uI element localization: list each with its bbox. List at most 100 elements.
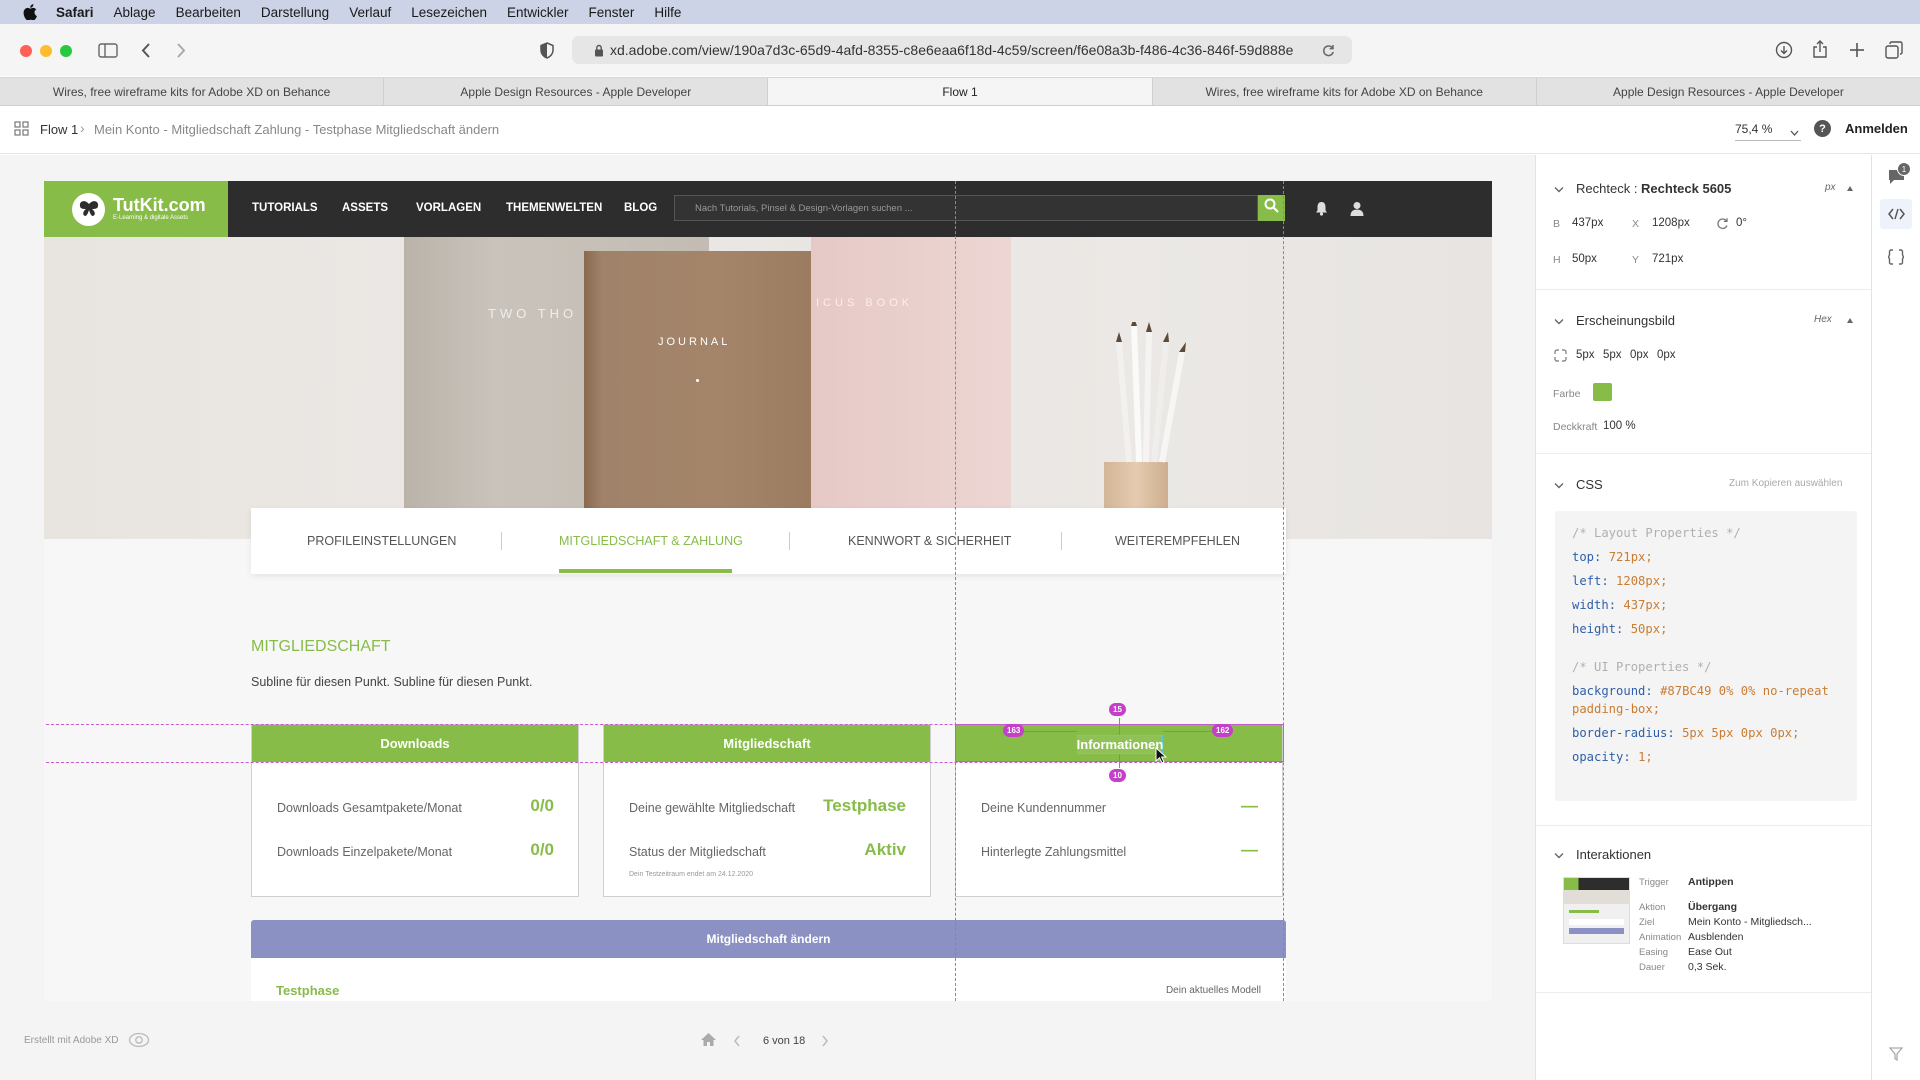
radius-value: 0px [1630,349,1649,361]
apple-logo-icon[interactable] [22,4,38,20]
menu-darstellung[interactable]: Darstellung [261,5,329,20]
share-icon[interactable] [1812,40,1828,64]
home-icon[interactable] [700,1032,717,1052]
privacy-shield-icon[interactable] [540,42,554,64]
interaction-label: Easing [1639,947,1669,958]
radius-value: 5px [1603,349,1622,361]
downloads-card: Downloads Downloads Gesamtpakete/Monat 0… [251,724,579,897]
reload-icon[interactable] [1322,44,1335,57]
interaction-value: Antippen [1688,876,1734,888]
creative-cloud-icon [128,1032,150,1053]
browser-tab[interactable]: Apple Design Resources - Apple Developer [1537,78,1920,105]
search-button[interactable] [1258,195,1285,221]
menu-fenster[interactable]: Fenster [589,5,635,20]
minimize-window-button[interactable] [40,45,52,57]
radius-value: 5px [1576,349,1595,361]
nav-assets[interactable]: ASSETS [342,202,388,214]
chevron-down-icon[interactable] [1554,481,1564,491]
width-value: 437px [1572,217,1604,229]
tab-profileinstellungen[interactable]: PROFILEINSTELLUNGEN [307,534,456,548]
nav-vorlagen[interactable]: VORLAGEN [416,202,481,214]
filter-icon[interactable] [1888,1047,1904,1066]
url-text: xd.adobe.com/view/190a7d3c-65d9-4afd-835… [610,42,1294,58]
css-comment: /* UI Properties */ [1572,660,1712,674]
menu-ablage[interactable]: Ablage [114,5,156,20]
interactions-title: Interaktionen [1576,847,1652,862]
user-icon[interactable] [1350,201,1364,221]
back-icon[interactable] [140,42,152,64]
menu-entwickler[interactable]: Entwickler [507,5,569,20]
opacity-value: 100 % [1603,420,1636,432]
lock-icon [594,44,604,57]
appearance-title: Erscheinungsbild [1576,313,1676,328]
section-title: MITGLIEDSCHAFT [251,638,391,655]
menu-lesezeichen[interactable]: Lesezeichen [411,5,487,20]
made-with-xd: Erstellt mit Adobe XD [24,1035,119,1046]
journal-title: JOURNAL [658,336,731,348]
chevron-down-icon[interactable] [1554,317,1564,327]
informationen-label-selected[interactable]: Informationen [1077,735,1163,754]
css-code-block[interactable]: /* Layout Properties */ top: 721px; left… [1555,511,1857,801]
unit-label[interactable]: px [1825,182,1836,193]
previous-screen-icon[interactable] [733,1034,741,1052]
mouse-pointer-icon [1155,747,1167,764]
card-row-value: — [1241,840,1258,859]
nav-tutorials[interactable]: TUTORIALS [252,202,318,214]
menu-hilfe[interactable]: Hilfe [654,5,681,20]
y-label: Y [1632,254,1640,266]
browser-tab[interactable]: Wires, free wireframe kits for Adobe XD … [1153,78,1537,105]
copy-hint[interactable]: Zum Kopieren auswählen [1729,478,1842,489]
code-braces-icon[interactable] [1887,249,1905,270]
close-window-button[interactable] [20,45,32,57]
browser-tab-active[interactable]: Flow 1 [768,78,1153,105]
browser-tab[interactable]: Apple Design Resources - Apple Developer [384,78,769,105]
nav-themenwelten[interactable]: THEMENWELTEN [506,202,602,214]
appearance-section: Erscheinungsbild Hex 5px 5px 0px 0px Far… [1536,290,1872,454]
tab-overview-icon[interactable] [1885,41,1903,64]
hex-label[interactable]: Hex [1814,314,1832,325]
code-inspect-icon[interactable] [1880,199,1912,229]
signin-link[interactable]: Anmelden [1845,121,1908,136]
sidebar-toggle-icon[interactable] [98,43,118,63]
tab-weiterempfehlen[interactable]: WEITEREMPFEHLEN [1115,534,1240,548]
menu-bearbeiten[interactable]: Bearbeiten [176,5,241,20]
css-title: CSS [1576,477,1603,492]
zoom-select[interactable]: 75,4 % [1735,117,1801,141]
site-search-input[interactable]: Nach Tutorials, Pinsel & Design-Vorlagen… [674,195,1258,221]
breadcrumb-chevron-icon: › [80,120,85,136]
change-membership-bar[interactable]: Mitgliedschaft ändern [251,920,1286,958]
butterfly-logo-icon [72,192,105,226]
logo-wordmark: TutKit.com [113,194,206,215]
guide-vertical [1283,181,1284,1001]
css-line: width: 437px; [1572,598,1668,612]
caret-icon [1847,186,1853,191]
forward-icon[interactable] [175,42,187,64]
interaction-label: Dauer [1639,962,1665,973]
zoom-window-button[interactable] [60,45,72,57]
corner-radius-icon [1554,349,1567,367]
zoom-value: 75,4 % [1735,121,1773,136]
new-tab-icon[interactable] [1849,42,1865,63]
next-screen-icon[interactable] [821,1034,829,1052]
measure-bottom-badge: 10 [1109,769,1126,782]
address-bar[interactable]: xd.adobe.com/view/190a7d3c-65d9-4afd-835… [572,36,1352,64]
help-icon[interactable]: ? [1814,120,1831,137]
breadcrumb-flow[interactable]: Flow 1 [40,122,78,137]
target-thumbnail[interactable] [1563,877,1630,944]
nav-blog[interactable]: BLOG [624,202,657,214]
chevron-down-icon[interactable] [1554,851,1564,861]
section-subline: Subline für diesen Punkt. Subline für di… [251,675,533,689]
browser-tab[interactable]: Wires, free wireframe kits for Adobe XD … [0,78,385,105]
color-swatch[interactable] [1593,383,1612,401]
grid-view-icon[interactable] [14,121,29,139]
download-icon[interactable] [1775,41,1793,64]
menu-verlauf[interactable]: Verlauf [349,5,391,20]
menu-safari[interactable]: Safari [56,5,94,20]
tab-mitgliedschaft-zahlung[interactable]: MITGLIEDSCHAFT & ZAHLUNG [559,534,743,548]
tab-kennwort-sicherheit[interactable]: KENNWORT & SICHERHEIT [848,534,1011,548]
site-logo[interactable]: TutKit.com E-Learning & digitale Assets [44,181,228,237]
chevron-down-icon[interactable] [1554,185,1564,195]
bell-icon[interactable] [1315,201,1328,221]
card-row-label: Status der Mitgliedschaft [629,845,766,859]
site-nav: TutKit.com E-Learning & digitale Assets … [44,181,1492,237]
